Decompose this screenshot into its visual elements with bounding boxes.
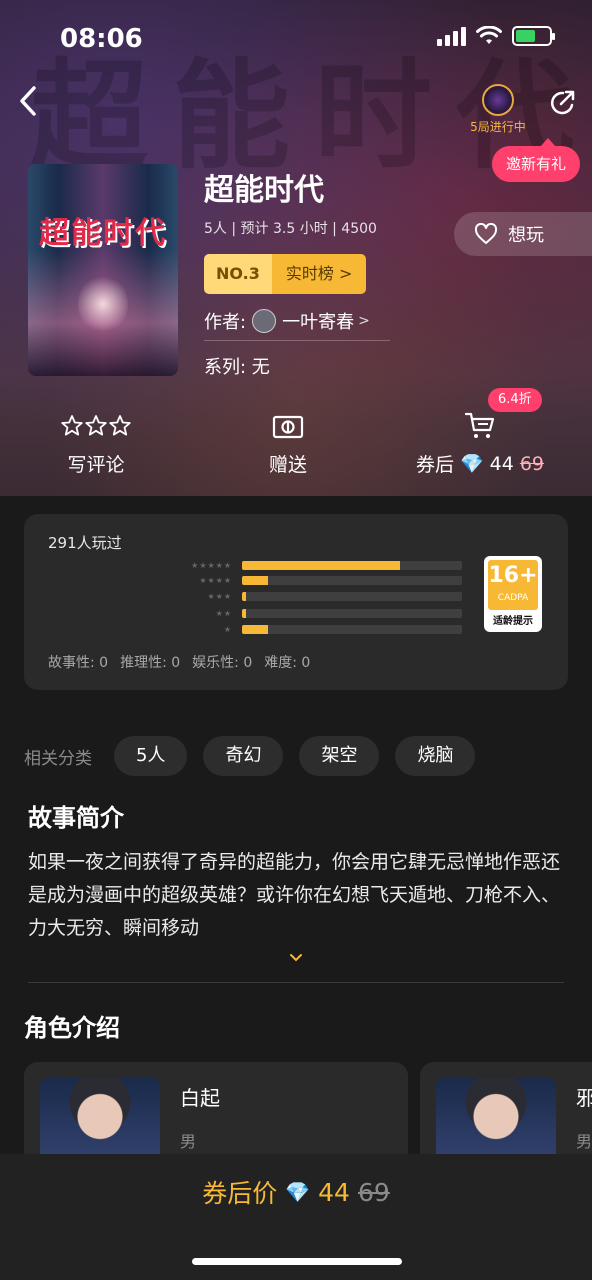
rating-stars-3: ★★★ <box>207 591 232 601</box>
character-name: 邪 <box>576 1086 592 1110</box>
rating-bar-4: ★★★★ <box>174 575 462 585</box>
status-icons <box>437 26 555 46</box>
old-price: 69 <box>519 452 545 475</box>
game-status-text: 5局进行中 <box>470 120 526 134</box>
share-button[interactable] <box>548 88 578 118</box>
game-title: 超能时代 <box>204 173 324 208</box>
tag-item[interactable]: 奇幻 <box>203 736 284 776</box>
rating-stars-2: ★★ <box>215 608 232 618</box>
score-story: 故事性: 0 <box>48 655 109 671</box>
price-value: 44 <box>489 452 514 475</box>
rank-badge[interactable]: NO.3 实时榜 > <box>204 254 367 294</box>
author-arrow-icon: > <box>358 313 370 329</box>
rating-bar-5: ★★★★★ <box>174 560 462 570</box>
rating-fill-1 <box>242 624 269 634</box>
signal-icon <box>437 26 466 46</box>
age-rating-badge: 16+ CADPA 适龄提示 <box>484 556 542 632</box>
category-tags: 相关分类 5人 奇幻 架空 烧脑 <box>24 736 476 776</box>
score-reasoning: 推理性: 0 <box>120 655 181 671</box>
rating-fill-2 <box>242 608 247 618</box>
character-gender: 男 <box>180 1132 197 1151</box>
author-name[interactable]: 一叶寄春 <box>282 308 354 334</box>
tag-item[interactable]: 烧脑 <box>395 736 476 776</box>
score-breakdown: 故事性: 0 推理性: 0 娱乐性: 0 难度: 0 <box>48 652 310 672</box>
rating-fill-4 <box>242 575 269 585</box>
bottom-price-label: 券后价 <box>202 1179 278 1208</box>
hero-header: 超能时代 08:06 5局进行中 邀新有礼 超能时代 超能时代 5人 | 预计 … <box>0 0 592 496</box>
game-info: 超能时代 5人 | 预计 3.5 小时 | 4500 NO.3 实时榜 > 作者… <box>204 170 444 379</box>
divider <box>28 982 564 983</box>
diamond-icon: 💎 <box>285 1180 311 1204</box>
rating-fill-5 <box>242 560 401 570</box>
series-text: 系列: 无 <box>204 357 270 378</box>
game-status-indicator[interactable]: 5局进行中 <box>464 84 532 135</box>
tag-item[interactable]: 架空 <box>299 736 380 776</box>
realtime-rank-link[interactable]: 实时榜 > <box>271 254 367 294</box>
game-cover[interactable]: 超能时代 <box>28 164 178 376</box>
cart-icon <box>410 410 550 442</box>
bottom-old-price: 69 <box>357 1177 390 1207</box>
rating-card: 291人玩过 ★★★★★ ★★★★ ★★★ ★★ ★ 16+ CADPA 适龄提… <box>24 514 568 690</box>
rating-bar-2: ★★ <box>174 608 462 618</box>
story-text: 如果一夜之间获得了奇异的超能力，你会用它肆无忌惮地作恶还是成为漫画中的超级英雄？… <box>28 851 561 939</box>
gift-label: 赠送 <box>268 454 307 476</box>
played-count: 291人玩过 <box>48 534 122 552</box>
write-review-button[interactable]: 写评论 <box>26 410 166 477</box>
score-difficulty: 难度: 0 <box>264 655 311 671</box>
rating-stars-5: ★★★★★ <box>191 560 232 570</box>
author-label: 作者: <box>204 312 247 333</box>
battery-icon <box>512 26 555 46</box>
category-label: 相关分类 <box>24 748 92 769</box>
author-avatar <box>252 309 277 333</box>
tag-item[interactable]: 5人 <box>114 736 188 776</box>
star-rating-icon <box>26 410 166 442</box>
price-label: 券后 <box>415 454 454 476</box>
home-indicator <box>192 1258 402 1265</box>
gift-icon <box>218 410 358 442</box>
game-meta: 5人 | 预计 3.5 小时 | 4500 <box>204 221 377 237</box>
rating-stars-4: ★★★★ <box>199 575 232 585</box>
expand-chevron-icon[interactable] <box>288 952 304 964</box>
discount-badge: 6.4折 <box>488 388 542 412</box>
story-title: 故事简介 <box>28 804 124 832</box>
game-status-icon <box>482 84 514 116</box>
characters-title: 角色介绍 <box>24 1014 120 1042</box>
want-to-play-button[interactable]: 想玩 <box>454 212 592 256</box>
author-row[interactable]: 作者: 一叶寄春 > <box>204 308 390 341</box>
cover-title: 超能时代 <box>39 216 167 251</box>
purchase-button[interactable]: 券后 💎 44 69 <box>410 410 550 477</box>
bottom-price[interactable]: 券后价 💎 44 69 <box>0 1174 592 1210</box>
age-tip: 适龄提示 <box>493 616 533 627</box>
character-name: 白起 <box>180 1086 220 1110</box>
want-label: 想玩 <box>508 225 544 246</box>
score-fun: 娱乐性: 0 <box>192 655 253 671</box>
heart-icon <box>474 223 498 244</box>
action-row: 写评论 赠送 券后 💎 44 69 <box>0 410 592 480</box>
gift-button[interactable]: 赠送 <box>218 410 358 477</box>
rating-fill-3 <box>242 591 247 601</box>
age-org: CADPA <box>497 593 529 603</box>
invite-button[interactable]: 邀新有礼 <box>492 138 581 182</box>
rating-stars-1: ★ <box>223 624 232 634</box>
age-rating: 16+ <box>488 563 538 588</box>
rating-bar-3: ★★★ <box>174 591 462 601</box>
diamond-icon: 💎 <box>459 453 484 475</box>
wifi-icon <box>476 26 502 44</box>
rank-number: NO.3 <box>204 254 272 294</box>
character-gender: 男 <box>576 1132 592 1151</box>
rating-bar-1: ★ <box>174 624 462 634</box>
bottom-price-value: 44 <box>318 1177 350 1207</box>
price-row: 券后 💎 44 69 <box>410 450 550 477</box>
bottom-purchase-bar[interactable]: 券后价 💎 44 69 <box>0 1154 592 1280</box>
write-review-label: 写评论 <box>67 454 125 476</box>
back-button[interactable] <box>14 84 44 118</box>
status-time: 08:06 <box>60 24 143 54</box>
